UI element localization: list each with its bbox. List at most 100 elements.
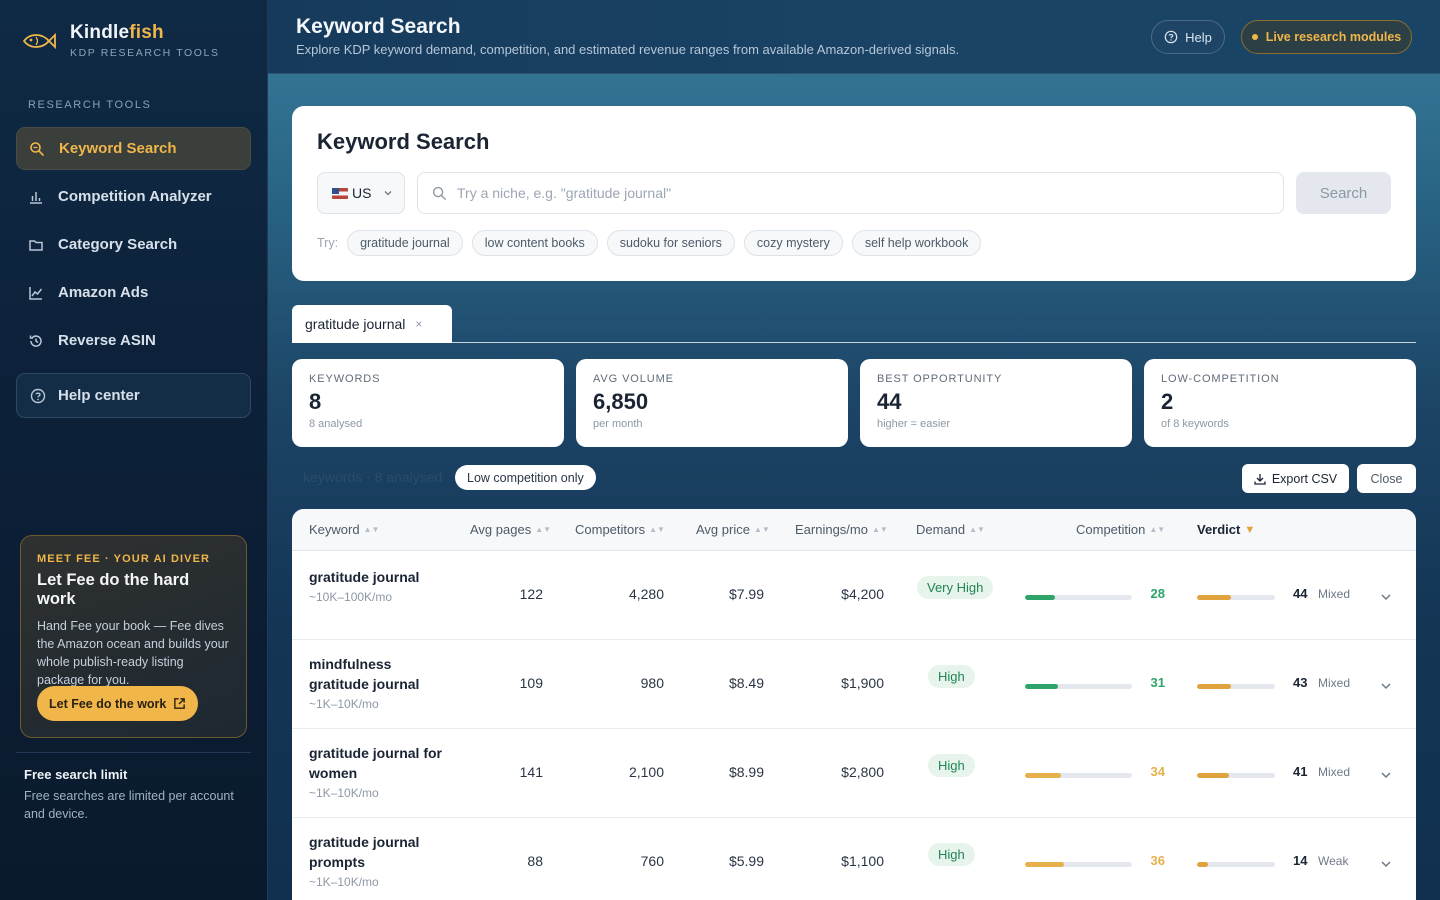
table-row[interactable]: gratitude journal prompts ~1K–10K/mo 88 760… [292, 818, 1416, 900]
free-limit-title: Free search limit [24, 767, 128, 782]
table-row[interactable]: mindfulness gratitude journal ~1K–10K/mo 1… [292, 640, 1416, 729]
sidebar-item-category-search[interactable]: Category Search [16, 223, 251, 266]
column-earnings[interactable]: Earnings/mo ▲▼ [795, 522, 888, 537]
keyword-volume-range: ~1K–10K/mo [309, 697, 379, 711]
verdict-bar-fill [1197, 773, 1229, 778]
sidebar-item-competition-analyzer[interactable]: Competition Analyzer [16, 175, 251, 218]
keyword-volume-range: ~1K–10K/mo [309, 875, 379, 889]
avg-price-value: $8.99 [728, 764, 764, 780]
table-row[interactable]: gratitude journal for women ~1K–10K/mo 141… [292, 729, 1416, 818]
download-icon [1254, 473, 1266, 485]
competition-bar-fill [1025, 684, 1059, 689]
column-competition[interactable]: Competition ▲▼ [1076, 522, 1165, 537]
stat-keywords: KEYWORDS 8 8 analysed [292, 359, 564, 447]
avg-price-value: $8.49 [728, 675, 764, 691]
keyword-name[interactable]: gratitude journal [309, 567, 449, 587]
earnings-value: $1,900 [841, 675, 884, 691]
column-verdict[interactable]: Verdict ▼ [1197, 522, 1255, 537]
suggestion-chip[interactable]: cozy mystery [743, 230, 843, 256]
keyword-name[interactable]: gratitude journal prompts [309, 832, 449, 872]
column-avg-pages[interactable]: Avg pages ▲▼ [470, 522, 551, 537]
suggestion-chip[interactable]: low content books [471, 230, 598, 256]
bar-chart-icon [30, 191, 42, 204]
fee-title: Let Fee do the hard work [37, 571, 190, 608]
country-select[interactable]: US [317, 172, 405, 214]
keyword-volume-range: ~10K–100K/mo [309, 590, 393, 604]
chevron-down-icon[interactable] [1380, 769, 1392, 781]
help-circle-icon [30, 388, 46, 403]
sidebar-divider [16, 752, 251, 753]
stat-value: 8 [309, 389, 322, 414]
sidebar-item-keyword-search[interactable]: Keyword Search [16, 127, 251, 170]
close-icon[interactable]: × [415, 317, 422, 331]
help-center-button[interactable]: Help center [16, 373, 251, 418]
close-button[interactable]: Close [1357, 464, 1416, 493]
chevron-down-icon[interactable] [1380, 680, 1392, 692]
competition-score: 28 [1150, 586, 1165, 601]
demand-badge: Very High [917, 576, 994, 599]
main-content: Keyword Search Explore KDP keyword deman… [268, 0, 1440, 900]
tab-label: gratitude journal [305, 316, 406, 332]
live-label: Live research modules [1265, 30, 1402, 44]
column-avg-price[interactable]: Avg price ▲▼ [696, 522, 770, 537]
column-keyword[interactable]: Keyword ▲▼ [309, 522, 379, 537]
verdict-bar-fill [1197, 595, 1232, 600]
stat-label: AVG VOLUME [593, 373, 674, 385]
free-limit-text: Free searches are limited per account an… [24, 789, 234, 821]
sidebar-item-amazon-ads[interactable]: Amazon Ads [16, 271, 251, 314]
chevron-down-icon[interactable] [1380, 591, 1392, 603]
tab-gratitude-journal[interactable]: gratitude journal × [292, 305, 452, 343]
search-field[interactable] [417, 172, 1284, 214]
chevron-down-icon[interactable] [1380, 858, 1392, 870]
folder-icon [29, 239, 43, 251]
keyword-name[interactable]: mindfulness gratitude journal [309, 654, 449, 694]
chevron-down-icon [384, 191, 392, 196]
let-fee-do-work-button[interactable]: Let Fee do the work [37, 686, 199, 721]
suggestion-chip[interactable]: sudoku for seniors [606, 230, 735, 256]
brand-logo[interactable]: Kindlefish KDP RESEARCH TOOLS [22, 22, 220, 59]
low-competition-toggle[interactable]: Low competition only [455, 465, 596, 490]
stat-value: 6,850 [593, 389, 649, 414]
export-label: Export CSV [1271, 471, 1338, 486]
avg-pages-value: 88 [527, 853, 543, 869]
column-competitors[interactable]: Competitors ▲▼ [575, 522, 665, 537]
stat-value: 2 [1161, 389, 1174, 414]
export-csv-button[interactable]: Export CSV [1242, 464, 1349, 493]
us-flag-icon [332, 187, 348, 199]
competitors-value: 2,100 [628, 764, 664, 780]
keyword-name[interactable]: gratitude journal for women [309, 743, 449, 783]
earnings-value: $1,100 [841, 853, 884, 869]
avg-pages-value: 122 [519, 586, 543, 602]
table-row[interactable]: gratitude journal ~10K–100K/mo 122 4,280 $7.… [292, 551, 1416, 640]
stat-sub: higher = easier [877, 418, 951, 430]
earnings-value: $2,800 [841, 764, 884, 780]
search-button[interactable]: Search [1296, 172, 1391, 214]
sidebar-item-reverse-asin[interactable]: Reverse ASIN [16, 319, 251, 362]
search-input[interactable] [457, 185, 1237, 201]
column-demand[interactable]: Demand ▲▼ [916, 522, 985, 537]
result-tabs: gratitude journal × [292, 305, 1416, 343]
suggestion-chip[interactable]: gratitude journal [347, 230, 463, 256]
page-subtitle: Explore KDP keyword demand, competition,… [296, 42, 960, 57]
suggestion-chip[interactable]: self help workbook [851, 230, 982, 256]
verdict-score: 44 [1293, 586, 1308, 601]
help-label: Help [1185, 29, 1212, 45]
competition-bar [1025, 595, 1132, 600]
verdict-score: 14 [1293, 853, 1308, 868]
fee-text: Hand Fee your book — Fee dives the Amazo… [37, 619, 229, 687]
competition-bar [1025, 773, 1132, 778]
stat-low-competition: LOW-COMPETITION 2 of 8 keywords [1144, 359, 1416, 447]
verdict-label: Weak [1318, 854, 1349, 868]
help-center-label: Help center [58, 387, 140, 404]
help-button[interactable]: Help [1151, 20, 1225, 54]
sidebar-item-label: Competition Analyzer [58, 188, 212, 205]
search-card-title: Keyword Search [317, 129, 490, 154]
live-dot-icon [1251, 34, 1258, 40]
keywords-summary: keywords · 8 analysed [303, 469, 443, 485]
live-research-modules-button[interactable]: Live research modules [1241, 20, 1412, 54]
avg-pages-value: 109 [519, 675, 543, 691]
verdict-label: Mixed [1318, 587, 1351, 601]
search-icon [30, 141, 45, 156]
history-icon [29, 334, 42, 347]
verdict-label: Mixed [1318, 676, 1351, 690]
